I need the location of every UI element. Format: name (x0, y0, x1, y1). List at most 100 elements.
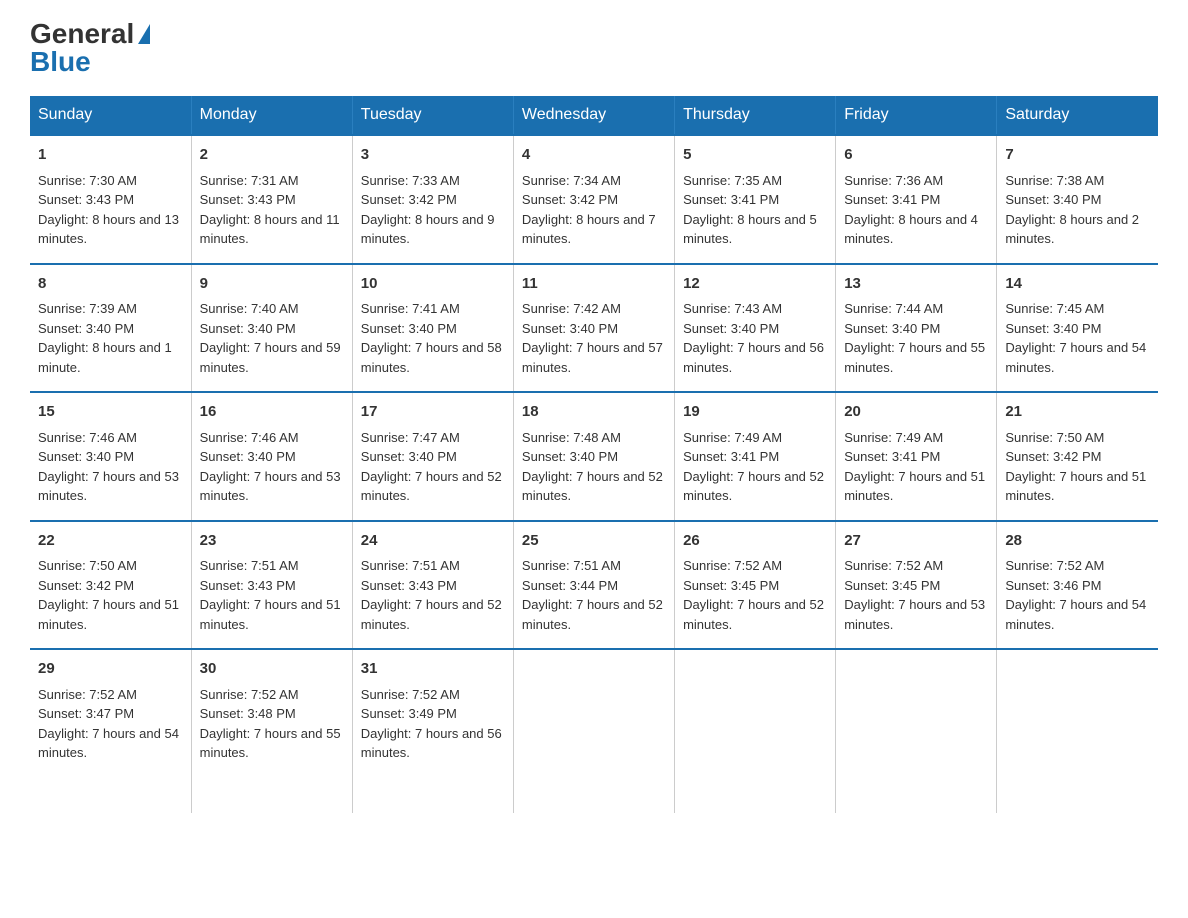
day-info: Sunrise: 7:34 AMSunset: 3:42 PMDaylight:… (522, 173, 656, 247)
header-wednesday: Wednesday (513, 96, 674, 135)
day-number: 6 (844, 144, 988, 167)
day-number: 18 (522, 401, 666, 424)
calendar-day-cell: 3Sunrise: 7:33 AMSunset: 3:42 PMDaylight… (352, 135, 513, 264)
day-info: Sunrise: 7:44 AMSunset: 3:40 PMDaylight:… (844, 301, 985, 375)
day-number: 12 (683, 273, 827, 296)
calendar-day-cell: 9 Sunrise: 7:40 AMSunset: 3:40 PMDaylight… (191, 264, 352, 393)
day-info: Sunrise: 7:47 AMSunset: 3:40 PMDaylight:… (361, 430, 502, 504)
day-number: 22 (38, 530, 183, 553)
day-info: Sunrise: 7:36 AMSunset: 3:41 PMDaylight:… (844, 173, 978, 247)
day-number: 28 (1005, 530, 1150, 553)
day-info: Sunrise: 7:50 AMSunset: 3:42 PMDaylight:… (38, 558, 179, 632)
calendar-week-row: 29Sunrise: 7:52 AMSunset: 3:47 PMDayligh… (30, 649, 1158, 813)
logo-triangle-icon (138, 24, 150, 44)
calendar-day-cell: 20Sunrise: 7:49 AMSunset: 3:41 PMDayligh… (836, 392, 997, 521)
day-number: 31 (361, 658, 505, 681)
day-number: 27 (844, 530, 988, 553)
logo-blue-text: Blue (30, 48, 91, 76)
calendar-day-cell: 12 Sunrise: 7:43 AMSunset: 3:40 PMDayligh… (675, 264, 836, 393)
day-info: Sunrise: 7:52 AMSunset: 3:46 PMDaylight:… (1005, 558, 1146, 632)
day-info: Sunrise: 7:52 AMSunset: 3:45 PMDaylight:… (844, 558, 985, 632)
calendar-day-cell: 18 Sunrise: 7:48 AMSunset: 3:40 PMDayligh… (513, 392, 674, 521)
logo-general-text: General (30, 20, 150, 48)
header-tuesday: Tuesday (352, 96, 513, 135)
day-number: 13 (844, 273, 988, 296)
day-number: 3 (361, 144, 505, 167)
day-number: 15 (38, 401, 183, 424)
calendar-day-cell: 17 Sunrise: 7:47 AMSunset: 3:40 PMDayligh… (352, 392, 513, 521)
day-number: 21 (1005, 401, 1150, 424)
header-monday: Monday (191, 96, 352, 135)
calendar-day-cell: 22 Sunrise: 7:50 AMSunset: 3:42 PMDayligh… (30, 521, 191, 650)
day-number: 4 (522, 144, 666, 167)
calendar-day-cell: 19 Sunrise: 7:49 AMSunset: 3:41 PMDayligh… (675, 392, 836, 521)
calendar-body: 1 Sunrise: 7:30 AMSunset: 3:43 PMDaylight… (30, 135, 1158, 813)
day-info: Sunrise: 7:35 AMSunset: 3:41 PMDaylight:… (683, 173, 817, 247)
calendar-day-cell: 29Sunrise: 7:52 AMSunset: 3:47 PMDayligh… (30, 649, 191, 813)
calendar-day-cell: 31Sunrise: 7:52 AMSunset: 3:49 PMDayligh… (352, 649, 513, 813)
calendar-day-cell: 1 Sunrise: 7:30 AMSunset: 3:43 PMDaylight… (30, 135, 191, 264)
calendar-day-cell: 11Sunrise: 7:42 AMSunset: 3:40 PMDayligh… (513, 264, 674, 393)
calendar-day-cell: 26 Sunrise: 7:52 AMSunset: 3:45 PMDayligh… (675, 521, 836, 650)
calendar-header: Sunday Monday Tuesday Wednesday Thursday… (30, 96, 1158, 135)
calendar-day-cell: 14Sunrise: 7:45 AMSunset: 3:40 PMDayligh… (997, 264, 1158, 393)
day-number: 5 (683, 144, 827, 167)
day-number: 23 (200, 530, 344, 553)
day-info: Sunrise: 7:40 AMSunset: 3:40 PMDaylight:… (200, 301, 341, 375)
day-number: 17 (361, 401, 505, 424)
calendar-day-cell: 7 Sunrise: 7:38 AMSunset: 3:40 PMDaylight… (997, 135, 1158, 264)
day-info: Sunrise: 7:52 AMSunset: 3:48 PMDaylight:… (200, 687, 341, 761)
day-info: Sunrise: 7:50 AMSunset: 3:42 PMDaylight:… (1005, 430, 1146, 504)
day-info: Sunrise: 7:51 AMSunset: 3:43 PMDaylight:… (200, 558, 341, 632)
calendar-day-cell: 24Sunrise: 7:51 AMSunset: 3:43 PMDayligh… (352, 521, 513, 650)
calendar-day-cell: 2Sunrise: 7:31 AMSunset: 3:43 PMDaylight… (191, 135, 352, 264)
day-number: 25 (522, 530, 666, 553)
calendar-day-cell: 16 Sunrise: 7:46 AMSunset: 3:40 PMDayligh… (191, 392, 352, 521)
day-number: 19 (683, 401, 827, 424)
day-number: 7 (1005, 144, 1150, 167)
page-header: General Blue (30, 20, 1158, 76)
calendar-day-cell: 15 Sunrise: 7:46 AMSunset: 3:40 PMDayligh… (30, 392, 191, 521)
calendar-day-cell: 27 Sunrise: 7:52 AMSunset: 3:45 PMDayligh… (836, 521, 997, 650)
day-info: Sunrise: 7:46 AMSunset: 3:40 PMDaylight:… (38, 430, 179, 504)
calendar-week-row: 15 Sunrise: 7:46 AMSunset: 3:40 PMDayligh… (30, 392, 1158, 521)
day-number: 29 (38, 658, 183, 681)
day-info: Sunrise: 7:48 AMSunset: 3:40 PMDaylight:… (522, 430, 663, 504)
calendar-day-cell: 4 Sunrise: 7:34 AMSunset: 3:42 PMDaylight… (513, 135, 674, 264)
day-number: 30 (200, 658, 344, 681)
day-number: 20 (844, 401, 988, 424)
day-info: Sunrise: 7:30 AMSunset: 3:43 PMDaylight:… (38, 173, 179, 247)
calendar-day-cell (836, 649, 997, 813)
day-info: Sunrise: 7:51 AMSunset: 3:43 PMDaylight:… (361, 558, 502, 632)
day-info: Sunrise: 7:49 AMSunset: 3:41 PMDaylight:… (683, 430, 824, 504)
day-number: 26 (683, 530, 827, 553)
header-sunday: Sunday (30, 96, 191, 135)
day-number: 8 (38, 273, 183, 296)
header-row: Sunday Monday Tuesday Wednesday Thursday… (30, 96, 1158, 135)
day-number: 2 (200, 144, 344, 167)
calendar-day-cell: 25Sunrise: 7:51 AMSunset: 3:44 PMDayligh… (513, 521, 674, 650)
day-number: 10 (361, 273, 505, 296)
header-thursday: Thursday (675, 96, 836, 135)
calendar-table: Sunday Monday Tuesday Wednesday Thursday… (30, 96, 1158, 813)
calendar-day-cell: 8 Sunrise: 7:39 AMSunset: 3:40 PMDaylight… (30, 264, 191, 393)
day-number: 1 (38, 144, 183, 167)
day-info: Sunrise: 7:46 AMSunset: 3:40 PMDaylight:… (200, 430, 341, 504)
calendar-day-cell: 5 Sunrise: 7:35 AMSunset: 3:41 PMDaylight… (675, 135, 836, 264)
day-info: Sunrise: 7:43 AMSunset: 3:40 PMDaylight:… (683, 301, 824, 375)
day-number: 11 (522, 273, 666, 296)
day-number: 16 (200, 401, 344, 424)
calendar-day-cell: 30 Sunrise: 7:52 AMSunset: 3:48 PMDayligh… (191, 649, 352, 813)
calendar-day-cell (675, 649, 836, 813)
day-info: Sunrise: 7:39 AMSunset: 3:40 PMDaylight:… (38, 301, 172, 375)
calendar-day-cell: 28 Sunrise: 7:52 AMSunset: 3:46 PMDayligh… (997, 521, 1158, 650)
day-info: Sunrise: 7:41 AMSunset: 3:40 PMDaylight:… (361, 301, 502, 375)
calendar-day-cell (997, 649, 1158, 813)
calendar-week-row: 8 Sunrise: 7:39 AMSunset: 3:40 PMDaylight… (30, 264, 1158, 393)
day-number: 9 (200, 273, 344, 296)
calendar-day-cell: 21 Sunrise: 7:50 AMSunset: 3:42 PMDayligh… (997, 392, 1158, 521)
calendar-day-cell: 10 Sunrise: 7:41 AMSunset: 3:40 PMDayligh… (352, 264, 513, 393)
day-info: Sunrise: 7:52 AMSunset: 3:45 PMDaylight:… (683, 558, 824, 632)
calendar-day-cell (513, 649, 674, 813)
day-info: Sunrise: 7:38 AMSunset: 3:40 PMDaylight:… (1005, 173, 1139, 247)
